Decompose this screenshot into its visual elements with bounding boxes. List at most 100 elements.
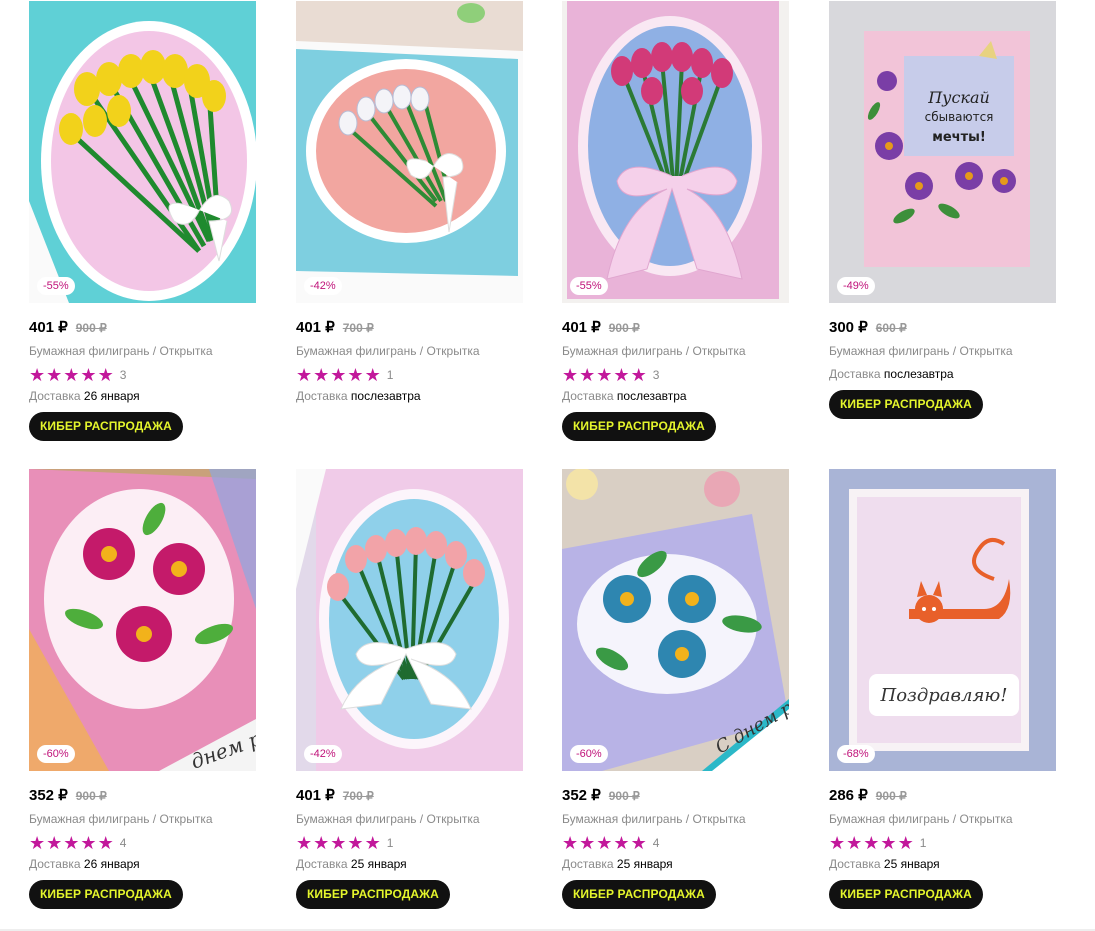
product-card[interactable]: С днем ро -60% 352 ₽ 900 ₽ Бумажная фили… xyxy=(562,469,789,909)
product-card[interactable]: Пускай сбываются мечты! -49% 300 ₽ 600 ₽… xyxy=(829,1,1056,419)
star-icon: ★ xyxy=(579,365,596,385)
delivery-date: 25 января xyxy=(616,857,673,871)
old-price: 900 ₽ xyxy=(75,321,107,335)
delivery-label: Доставка xyxy=(29,389,81,403)
cyber-sale-badge[interactable]: КИБЕР РАСПРОДАЖА xyxy=(296,880,450,909)
cyber-sale-badge[interactable]: КИБЕР РАСПРОДАЖА xyxy=(829,390,983,419)
product-photo[interactable]: -42% xyxy=(296,469,523,771)
delivery-info: Доставка 26 января xyxy=(29,388,256,404)
delivery-label: Доставка xyxy=(829,857,881,871)
delivery-date: 25 января xyxy=(883,857,940,871)
delivery-date: 25 января xyxy=(350,857,407,871)
star-icon: ★ xyxy=(296,365,313,385)
category-link[interactable]: Бумажная филигрань / Открытка xyxy=(296,343,523,359)
rating-count: 4 xyxy=(119,836,127,850)
price-row: 401 ₽ 900 ₽ xyxy=(29,318,256,336)
star-icon: ★ xyxy=(562,833,579,853)
product-card[interactable]: днем р -60% 352 ₽ 900 ₽ Бумажная филигра… xyxy=(29,469,256,909)
star-icon: ★ xyxy=(596,833,613,853)
star-icon: ★ xyxy=(80,365,97,385)
price-row: 401 ₽ 700 ₽ xyxy=(296,318,523,336)
product-photo[interactable]: днем р -60% xyxy=(29,469,256,771)
delivery-label: Доставка xyxy=(296,389,348,403)
price: 352 ₽ xyxy=(29,787,68,804)
star-icon: ★ xyxy=(46,365,63,385)
old-price: 700 ₽ xyxy=(342,321,374,335)
price: 401 ₽ xyxy=(296,787,335,804)
category-link[interactable]: Бумажная филигрань / Открытка xyxy=(29,811,256,827)
product-photo[interactable]: -55% xyxy=(562,1,789,303)
star-icon: ★ xyxy=(29,833,46,853)
star-icon: ★ xyxy=(29,365,46,385)
cyber-sale-badge[interactable]: КИБЕР РАСПРОДАЖА xyxy=(829,880,983,909)
delivery-label: Доставка xyxy=(829,367,881,381)
star-icon: ★ xyxy=(46,833,63,853)
star-icon: ★ xyxy=(97,833,114,853)
product-card[interactable]: -42% 401 ₽ 700 ₽ Бумажная филигрань / От… xyxy=(296,1,523,404)
cyber-sale-badge[interactable]: КИБЕР РАСПРОДАЖА xyxy=(29,880,183,909)
cyber-sale-badge[interactable]: КИБЕР РАСПРОДАЖА xyxy=(29,412,183,441)
price-row: 401 ₽ 900 ₽ xyxy=(562,318,789,336)
old-price: 900 ₽ xyxy=(75,789,107,803)
product-photo[interactable]: -55% xyxy=(29,1,256,303)
star-icon: ★ xyxy=(880,833,897,853)
old-price: 700 ₽ xyxy=(342,789,374,803)
star-icon: ★ xyxy=(313,365,330,385)
peach-tulips-card-image xyxy=(296,469,523,771)
category-link[interactable]: Бумажная филигрань / Открытка xyxy=(296,811,523,827)
discount-badge: -49% xyxy=(837,277,875,295)
star-icon: ★ xyxy=(579,833,596,853)
product-card[interactable]: -42% 401 ₽ 700 ₽ Бумажная филигрань / От… xyxy=(296,469,523,909)
delivery-info: Доставка 25 января xyxy=(829,856,1056,872)
card-text-line3: мечты! xyxy=(932,130,986,145)
rating: ★ ★ ★ ★ ★ 1 xyxy=(296,366,523,384)
pink-flowers-card-image: днем р xyxy=(29,469,256,771)
product-photo[interactable]: Поздравляю! -68% xyxy=(829,469,1056,771)
card-text-line2: сбываются xyxy=(925,110,994,124)
star-icon: ★ xyxy=(364,365,381,385)
price: 286 ₽ xyxy=(829,787,868,804)
price: 352 ₽ xyxy=(562,787,601,804)
star-icon: ★ xyxy=(347,365,364,385)
cyber-sale-badge[interactable]: КИБЕР РАСПРОДАЖА xyxy=(562,880,716,909)
star-icon: ★ xyxy=(829,833,846,853)
price: 401 ₽ xyxy=(296,319,335,336)
star-icon: ★ xyxy=(630,833,647,853)
product-photo[interactable]: Пускай сбываются мечты! -49% xyxy=(829,1,1056,303)
delivery-info: Доставка послезавтра xyxy=(296,388,523,404)
delivery-info: Доставка послезавтра xyxy=(562,388,789,404)
discount-badge: -42% xyxy=(304,277,342,295)
discount-badge: -42% xyxy=(304,745,342,763)
product-card[interactable]: -55% 401 ₽ 900 ₽ Бумажная филигрань / От… xyxy=(562,1,789,441)
star-icon: ★ xyxy=(63,365,80,385)
discount-badge: -55% xyxy=(570,277,608,295)
delivery-date: 26 января xyxy=(83,389,140,403)
discount-badge: -68% xyxy=(837,745,875,763)
delivery-date: послезавтра xyxy=(350,389,421,403)
product-photo[interactable]: -42% xyxy=(296,1,523,303)
rating-count: 3 xyxy=(119,368,127,382)
product-photo[interactable]: С днем ро -60% xyxy=(562,469,789,771)
delivery-info: Доставка 25 января xyxy=(296,856,523,872)
star-icon: ★ xyxy=(296,833,313,853)
old-price: 900 ₽ xyxy=(608,321,640,335)
category-link[interactable]: Бумажная филигрань / Открытка xyxy=(562,343,789,359)
star-icon: ★ xyxy=(97,365,114,385)
cyber-sale-badge[interactable]: КИБЕР РАСПРОДАЖА xyxy=(562,412,716,441)
price-row: 352 ₽ 900 ₽ xyxy=(562,786,789,804)
star-icon: ★ xyxy=(562,365,579,385)
product-card[interactable]: -55% 401 ₽ 900 ₽ Бумажная филигрань / От… xyxy=(29,1,256,441)
star-icon: ★ xyxy=(630,365,647,385)
pink-tulips-card-image xyxy=(562,1,789,303)
category-link[interactable]: Бумажная филигрань / Открытка xyxy=(29,343,256,359)
rating-count: 1 xyxy=(386,368,394,382)
yellow-tulips-card-image xyxy=(29,1,256,303)
star-icon: ★ xyxy=(613,833,630,853)
category-link[interactable]: Бумажная филигрань / Открытка xyxy=(562,811,789,827)
rating-count: 4 xyxy=(652,836,660,850)
category-link[interactable]: Бумажная филигрань / Открытка xyxy=(829,811,1056,827)
product-card[interactable]: Поздравляю! -68% 286 ₽ 900 ₽ Бумажная фи… xyxy=(829,469,1056,909)
delivery-info: Доставка 26 января xyxy=(29,856,256,872)
category-link[interactable]: Бумажная филигрань / Открытка xyxy=(829,343,1056,359)
delivery-date: послезавтра xyxy=(616,389,687,403)
